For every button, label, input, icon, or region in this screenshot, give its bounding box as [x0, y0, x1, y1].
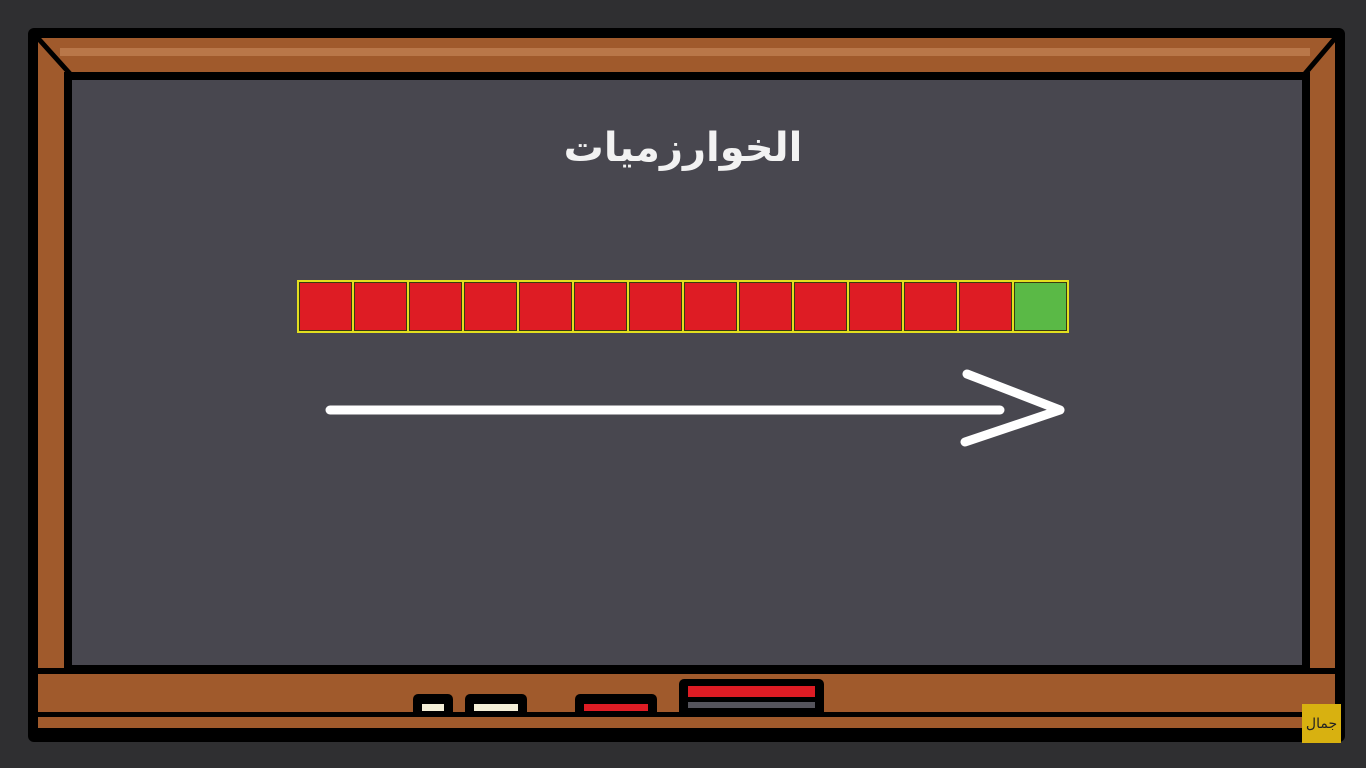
- arrow-right-icon: [325, 369, 1065, 447]
- channel-logo: جمال: [1302, 704, 1341, 743]
